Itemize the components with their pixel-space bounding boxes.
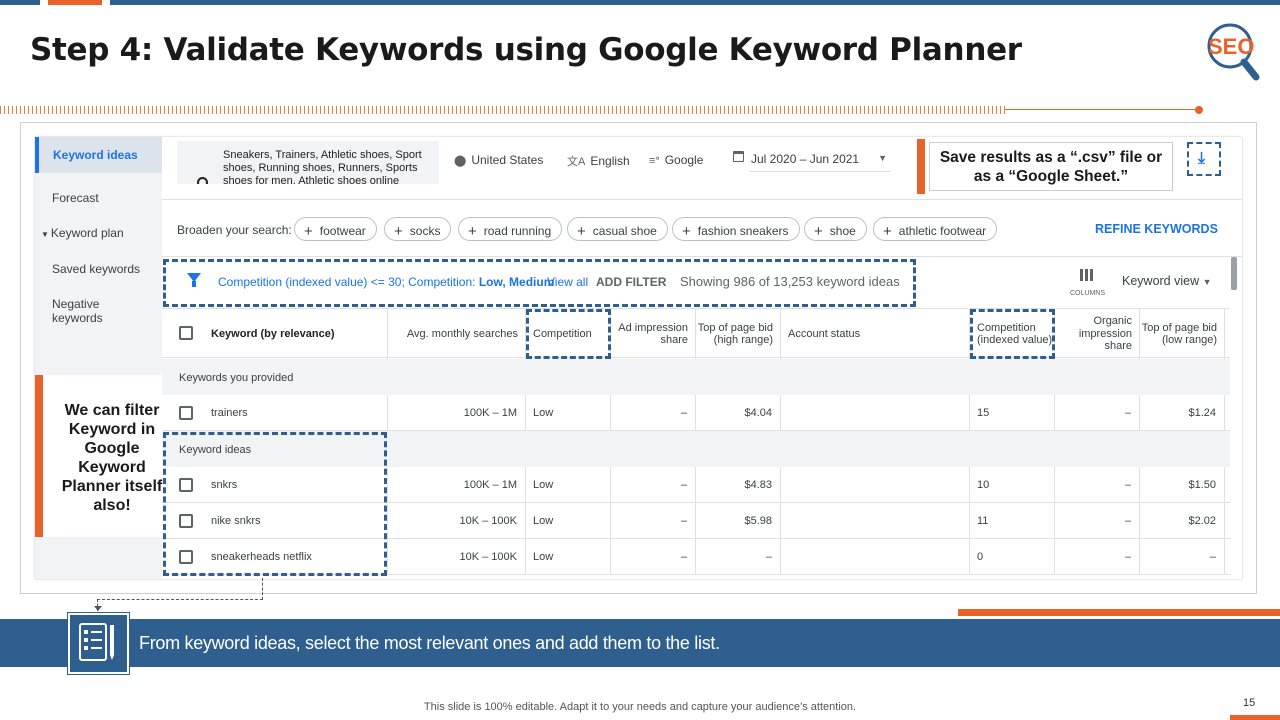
keyword-ideas-highlight: [163, 432, 387, 576]
language-filter[interactable]: 文A English: [567, 153, 630, 169]
broaden-search-bar: Broaden your search: + footwear + socks + r…: [162, 199, 1242, 255]
sidebar-item-keyword-plan[interactable]: ▼ Keyword plan: [41, 226, 124, 242]
sidebar-item-saved-keywords[interactable]: Saved keywords: [52, 262, 140, 276]
plus-icon: +: [577, 223, 586, 240]
group-keywords-provided: Keywords you provided: [162, 359, 1230, 395]
top-orange-accent: [48, 0, 102, 5]
location-filter[interactable]: ⬤ United States: [454, 153, 543, 167]
download-icon: ⤓: [1198, 150, 1206, 167]
footer-note: This slide is 100% editable. Adapt it to…: [423, 701, 857, 713]
table-row[interactable]: trainers 100K – 1M Low – $4.04 15 – $1.2…: [162, 395, 1230, 431]
calendar-icon: [733, 151, 744, 162]
chip-fashion-sneakers[interactable]: + fashion sneakers: [672, 217, 800, 241]
results-count: Showing 986 of 13,253 keyword ideas: [680, 274, 900, 289]
location-pin-icon: ⬤: [454, 155, 467, 167]
keyword-search-input[interactable]: Sneakers, Trainers, Athletic shoes, Spor…: [177, 141, 439, 184]
filter-bar: Competition (indexed value) <= 30; Compe…: [162, 256, 1242, 308]
title-divider: [0, 106, 1005, 114]
plus-icon: +: [394, 223, 403, 240]
search-icon: [197, 177, 208, 184]
scrollbar-thumb[interactable]: [1231, 257, 1237, 290]
col-ad-impression-share[interactable]: Ad impression share: [611, 309, 696, 359]
col-organic-impression-share[interactable]: Organic impression share: [1055, 309, 1140, 359]
col-keyword[interactable]: Keyword (by relevance): [162, 309, 388, 359]
translate-icon: 文A: [567, 156, 586, 168]
columns-icon[interactable]: [1080, 269, 1094, 281]
banner-accent: [958, 609, 1280, 616]
refine-keywords-button[interactable]: REFINE KEYWORDS: [1095, 222, 1218, 236]
add-filter-button[interactable]: ADD FILTER: [596, 275, 666, 289]
competition-highlight: [526, 309, 611, 359]
plus-icon: +: [682, 223, 691, 240]
sidebar-item-negative-keywords[interactable]: Negative keywords: [52, 297, 132, 325]
row-checkbox[interactable]: [179, 406, 193, 420]
svg-text:SEO: SEO: [1208, 34, 1254, 59]
checklist-icon: [67, 612, 130, 675]
network-icon: ≡ᐤ: [649, 155, 660, 167]
network-filter[interactable]: ≡ᐤ Google: [649, 153, 703, 167]
download-button[interactable]: ⤓: [1187, 142, 1221, 176]
seo-magnifier-logo: SEO: [1207, 23, 1260, 81]
instruction-banner: From keyword ideas, select the most rele…: [0, 619, 1280, 667]
csv-callout: Save results as a “.csv” file or as a “G…: [917, 139, 1173, 194]
footer-accent: [1230, 715, 1280, 720]
plus-icon: +: [304, 223, 313, 240]
page-number: 15: [1243, 697, 1256, 709]
caret-down-icon: ▼: [41, 230, 49, 239]
plus-icon: +: [468, 223, 477, 240]
top-accent-bar: [0, 0, 1280, 5]
col-avg-monthly-searches[interactable]: Avg. monthly searches: [388, 309, 526, 359]
sidebar-item-forecast[interactable]: Forecast: [52, 191, 99, 205]
col-top-bid-high[interactable]: Top of page bid (high range): [696, 309, 781, 359]
date-range-select[interactable]: Jul 2020 – Jun 2021 ▼: [750, 148, 890, 172]
sidebar: Keyword ideas Forecast ▼ Keyword plan Sav…: [35, 137, 162, 579]
chip-footwear[interactable]: + footwear: [294, 217, 377, 241]
applied-filter-competition-index[interactable]: Competition (indexed value) <= 30; Compe…: [218, 275, 554, 289]
chip-socks[interactable]: + socks: [384, 217, 452, 241]
sidebar-item-keyword-ideas[interactable]: Keyword ideas: [35, 137, 162, 173]
chip-shoe[interactable]: + shoe: [804, 217, 867, 241]
dropdown-arrow-icon: ▼: [878, 153, 887, 163]
main-panel: Sneakers, Trainers, Athletic shoes, Spor…: [162, 137, 1242, 579]
slide-title: Step 4: Validate Keywords using Google K…: [30, 32, 1022, 68]
filter-callout: We can filter Keyword in Google Keyword …: [35, 375, 162, 537]
keyword-view-select[interactable]: Keyword view ▼: [1122, 274, 1212, 288]
plus-icon: +: [883, 223, 892, 240]
dropdown-arrow-icon: ▼: [1202, 277, 1212, 287]
col-account-status[interactable]: Account status: [781, 309, 970, 359]
columns-label: COLUMNS: [1070, 290, 1106, 297]
arrow-down-icon: [94, 606, 102, 611]
col-top-bid-low[interactable]: Top of page bid (low range): [1140, 309, 1225, 359]
competition-index-highlight: [970, 309, 1055, 359]
table-header: Keyword (by relevance) Avg. monthly sear…: [162, 308, 1230, 359]
chip-casual-shoe[interactable]: + casual shoe: [567, 217, 668, 241]
chip-athletic-footwear[interactable]: + athletic footwear: [873, 217, 998, 241]
view-all-link[interactable]: View all: [547, 275, 588, 289]
dashed-connector: [97, 578, 263, 600]
select-all-checkbox[interactable]: [179, 326, 193, 340]
chip-road-running[interactable]: + road running: [458, 217, 563, 241]
keyword-planner-app: Keyword ideas Forecast ▼ Keyword plan Sav…: [35, 137, 1242, 579]
plus-icon: +: [814, 223, 823, 240]
